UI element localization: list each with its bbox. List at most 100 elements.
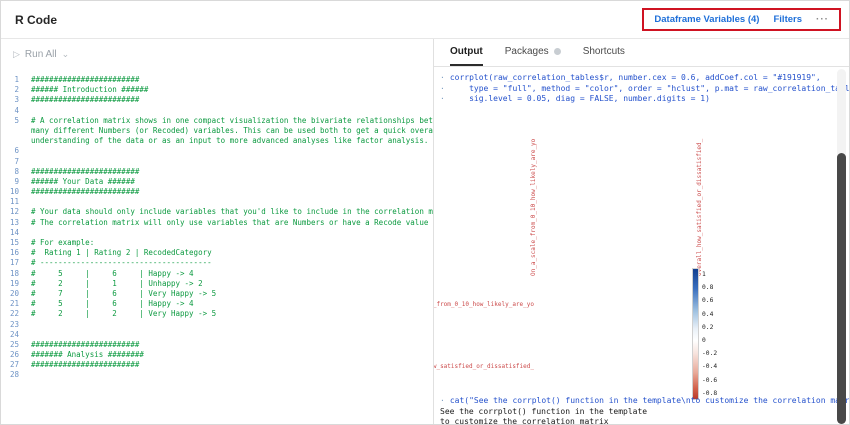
- line-number: 1: [1, 75, 19, 85]
- plot-row-label: On_a_scale_from_0_10_how_likely_are_yo: [434, 301, 534, 308]
- code-line: 19 # 2 | 1 | Unhappy -> 2: [1, 279, 433, 289]
- line-number: 26: [1, 350, 19, 360]
- code-line: 1 ########################: [1, 75, 433, 85]
- code-text: ####### Analysis ########: [31, 350, 144, 360]
- code-line: 13 # The correlation matrix will only us…: [1, 218, 433, 228]
- code-text: # 5 | 6 | Happy -> 4: [31, 269, 194, 279]
- line-number: 21: [1, 299, 19, 309]
- line-number: 24: [1, 330, 19, 340]
- code-editor[interactable]: 1 ######################## 2 ###### Intr…: [1, 69, 433, 381]
- code-line: 7: [1, 157, 433, 167]
- tab-packages[interactable]: Packages: [505, 39, 561, 66]
- run-all-label: Run All: [25, 49, 57, 60]
- tab-packages-label: Packages: [505, 46, 549, 57]
- line-number: 8: [1, 167, 19, 177]
- code-line: 8 ########################: [1, 167, 433, 177]
- line-number: 27: [1, 360, 19, 370]
- color-legend-ticks: 10.80.60.40.20-0.2-0.4-0.6-0.8: [702, 268, 717, 400]
- legend-tick-label: 0.4: [702, 308, 717, 321]
- legend-tick-label: 1: [702, 268, 717, 281]
- line-number: 2: [1, 85, 19, 95]
- console-output: · corrplot(raw_correlation_tables$r, num…: [434, 68, 849, 425]
- console-code-line: · corrplot(raw_correlation_tables$r, num…: [440, 73, 849, 84]
- color-legend-gradient: [692, 268, 699, 400]
- code-text: ########################: [31, 360, 139, 370]
- code-text: # --------------------------------------: [31, 258, 212, 268]
- header: R Code Dataframe Variables (4) Filters ·…: [1, 1, 849, 39]
- code-text: # Rating 1 | Rating 2 | RecodedCategory: [31, 248, 212, 258]
- code-text: many different Numbers (or Recoded) vari…: [31, 126, 433, 136]
- code-line: 9 ###### Your Data ######: [1, 177, 433, 187]
- console-output-line: See the corrplot() function in the templ…: [440, 407, 849, 418]
- annotation-highlight-box: Dataframe Variables (4) Filters ···: [642, 8, 841, 31]
- line-number: 22: [1, 309, 19, 319]
- output-panel: Output Packages Shortcuts · corrplot(raw…: [434, 39, 849, 425]
- tab-shortcuts[interactable]: Shortcuts: [583, 39, 625, 66]
- code-line: 22 # 2 | 2 | Very Happy -> 5: [1, 309, 433, 319]
- code-line: understanding of the data or as an input…: [1, 136, 433, 146]
- packages-status-dot: [554, 48, 561, 55]
- line-number: 6: [1, 146, 19, 156]
- code-text: # 7 | 6 | Very Happy -> 5: [31, 289, 216, 299]
- console-code-text: cat("See the corrplot() function in the …: [450, 396, 849, 407]
- code-line: many different Numbers (or Recoded) vari…: [1, 126, 433, 136]
- code-line: 15 # For example:: [1, 238, 433, 248]
- legend-tick-label: 0.2: [702, 321, 717, 334]
- console-code-line: · sig.level = 0.05, diag = FALSE, number…: [440, 94, 849, 105]
- main-body: ▷ Run All ⌄ 1 ######################## 2…: [1, 39, 849, 425]
- prompt-bullet-icon: ·: [440, 73, 445, 84]
- code-line: 11: [1, 197, 433, 207]
- prompt-bullet-icon: ·: [440, 94, 445, 105]
- line-number: [1, 126, 19, 136]
- line-number: 19: [1, 279, 19, 289]
- chevron-down-icon: ⌄: [62, 49, 70, 60]
- run-all-button[interactable]: ▷ Run All ⌄: [13, 49, 69, 60]
- line-number: 4: [1, 106, 19, 116]
- legend-tick-label: -0.6: [702, 374, 717, 387]
- line-number: 12: [1, 207, 19, 217]
- line-number: 15: [1, 238, 19, 248]
- prompt-bullet-icon: ·: [440, 84, 445, 95]
- legend-tick-label: 0.6: [702, 294, 717, 307]
- more-options-button[interactable]: ···: [816, 14, 829, 25]
- line-number: 25: [1, 340, 19, 350]
- play-icon: ▷: [13, 49, 20, 60]
- dataframe-variables-link[interactable]: Dataframe Variables (4): [654, 14, 759, 25]
- line-number: 5: [1, 116, 19, 126]
- code-text: ########################: [31, 95, 139, 105]
- code-line: 14: [1, 228, 433, 238]
- line-number: 16: [1, 248, 19, 258]
- code-text: ###### Your Data ######: [31, 177, 135, 187]
- code-text: ###### Introduction ######: [31, 85, 148, 95]
- code-text: # 2 | 2 | Very Happy -> 5: [31, 309, 216, 319]
- tab-output[interactable]: Output: [450, 39, 483, 66]
- scrollbar[interactable]: [837, 69, 846, 424]
- code-line: 18 # 5 | 6 | Happy -> 4: [1, 269, 433, 279]
- filters-link[interactable]: Filters: [773, 14, 802, 25]
- line-number: 17: [1, 258, 19, 268]
- code-editor-panel: ▷ Run All ⌄ 1 ######################## 2…: [1, 39, 434, 425]
- code-text: # For example:: [31, 238, 94, 248]
- code-text: # 5 | 6 | Happy -> 4: [31, 299, 194, 309]
- code-text: ########################: [31, 187, 139, 197]
- code-line: 12 # Your data should only include varia…: [1, 207, 433, 217]
- tab-bar: Output Packages Shortcuts: [434, 39, 849, 67]
- r-code-window: R Code Dataframe Variables (4) Filters ·…: [0, 0, 850, 425]
- code-line: 26 ####### Analysis ########: [1, 350, 433, 360]
- code-line: 25 ########################: [1, 340, 433, 350]
- code-text: # 2 | 1 | Unhappy -> 2: [31, 279, 203, 289]
- code-line: 2 ###### Introduction ######: [1, 85, 433, 95]
- code-text: ########################: [31, 75, 139, 85]
- line-number: 18: [1, 269, 19, 279]
- code-line: 27 ########################: [1, 360, 433, 370]
- scrollbar-thumb[interactable]: [837, 153, 846, 424]
- code-text: # The correlation matrix will only use v…: [31, 218, 428, 228]
- console-code-text: corrplot(raw_correlation_tables$r, numbe…: [450, 73, 821, 84]
- color-legend: 10.80.60.40.20-0.2-0.4-0.6-0.8: [692, 268, 717, 400]
- editor-toolbar: ▷ Run All ⌄: [1, 39, 433, 69]
- console-bottom-block: · cat("See the corrplot() function in th…: [440, 396, 849, 425]
- line-number: 10: [1, 187, 19, 197]
- code-line: 23: [1, 320, 433, 330]
- page-title: R Code: [15, 13, 57, 27]
- code-line: 3 ########################: [1, 95, 433, 105]
